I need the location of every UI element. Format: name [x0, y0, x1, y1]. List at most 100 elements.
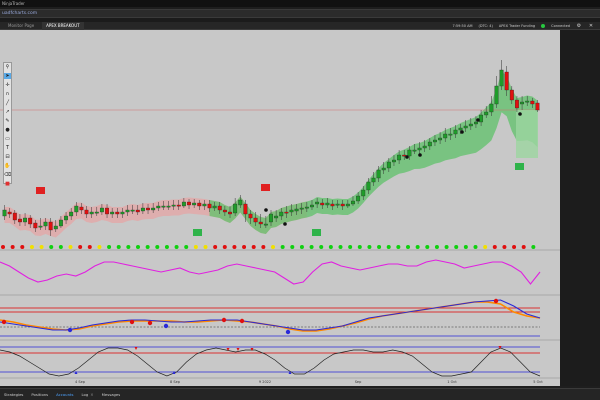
cursor-icon[interactable]: ➤ — [4, 73, 11, 79]
candle-body — [207, 203, 212, 209]
pivot-dot — [476, 118, 480, 122]
signal-label-icon — [515, 163, 524, 170]
candle-body — [422, 145, 427, 149]
candle-body — [166, 205, 171, 208]
tab-positions[interactable]: Positions — [31, 392, 48, 397]
signal-dot — [232, 245, 237, 249]
candle-body — [402, 154, 407, 157]
candle-body — [417, 147, 422, 151]
rectangle-icon[interactable]: ▭ — [4, 136, 11, 142]
ruler-icon[interactable]: ⊟ — [4, 154, 11, 160]
candle-body — [187, 201, 191, 206]
candle-body — [243, 203, 248, 215]
close-icon[interactable]: ✕ — [588, 23, 594, 29]
indicator-label[interactable]: APEX Trader Funding — [499, 24, 535, 28]
tab-accounts[interactable]: Accounts — [56, 392, 73, 397]
signal-dot — [261, 245, 266, 249]
color-icon[interactable]: ■ — [4, 181, 11, 187]
candle-body — [458, 127, 463, 131]
signal-dot — [10, 245, 15, 249]
signal-dot — [309, 245, 314, 249]
macd-cross-dot — [147, 320, 153, 326]
signal-dot — [184, 245, 189, 249]
candle-body — [253, 217, 258, 223]
candle-body — [484, 111, 489, 116]
candle-body — [17, 218, 22, 223]
candle-body — [28, 217, 33, 225]
oscillator-line — [0, 259, 541, 285]
candle-body — [89, 211, 94, 215]
candle-body — [53, 225, 58, 230]
text-icon[interactable]: T — [4, 145, 11, 151]
buy-arrow-icon — [288, 371, 292, 374]
time-axis-label: 5 Oct — [533, 380, 543, 384]
candle-body — [171, 204, 176, 207]
signal-dot — [521, 245, 526, 249]
tab-apex-breakout[interactable]: APEX BREAKOUT — [42, 21, 84, 30]
macd-cross-dot — [67, 327, 73, 333]
signal-label-icon — [312, 229, 321, 236]
tab-close-icon[interactable]: × — [90, 392, 93, 397]
tab-log[interactable]: Log — [81, 392, 88, 397]
signal-dots-layer — [1, 245, 536, 249]
candle-body — [489, 103, 494, 113]
pin-icon[interactable]: ⚲ — [4, 64, 11, 70]
candle-body — [38, 225, 43, 228]
signal-dot — [463, 245, 468, 249]
signal-dot — [425, 245, 430, 249]
sell-arrow-icon — [134, 347, 138, 350]
candle-body — [443, 133, 448, 139]
signal-dot — [434, 245, 439, 249]
signal-label-icon — [36, 187, 45, 194]
candle-body — [351, 200, 355, 205]
line-icon[interactable]: ╱ — [4, 100, 11, 106]
candle-body — [525, 100, 530, 103]
candle-body — [427, 141, 432, 147]
bands-layer — [0, 72, 540, 238]
candle-body — [274, 215, 279, 219]
settings-icon[interactable]: ⚙ — [576, 23, 582, 29]
chart-panel[interactable]: 4 Sep 8 Sep 9 2022 Sep 1 Oct 5 Oct — [0, 30, 560, 386]
candle-body — [499, 69, 504, 87]
candle-body — [263, 223, 268, 226]
candle-body — [320, 202, 325, 206]
dot-icon[interactable]: ● — [4, 127, 11, 133]
signal-dot — [396, 245, 401, 249]
candle-body — [140, 207, 145, 212]
address-bar[interactable]: uadfcharts.com — [0, 9, 600, 18]
signal-dot — [29, 245, 34, 249]
crosshair-icon[interactable]: ✛ — [4, 82, 11, 88]
candle-body — [84, 209, 89, 215]
candle-body — [146, 207, 150, 211]
candle-body — [192, 202, 197, 206]
hand-icon[interactable]: ✋ — [4, 163, 11, 169]
tab-messages[interactable]: Messages — [102, 392, 121, 397]
candle-body — [197, 202, 202, 207]
signal-dot — [271, 245, 275, 249]
candle-body — [212, 205, 217, 209]
price-chart[interactable]: 4 Sep 8 Sep 9 2022 Sep 1 Oct 5 Oct — [0, 30, 560, 386]
candle-body — [468, 123, 473, 127]
signal-dot — [116, 245, 121, 249]
candle-body — [366, 181, 371, 191]
tab-monitor-page[interactable]: Monitor Page — [4, 22, 38, 30]
candle-body — [284, 211, 289, 214]
candle-body — [69, 211, 74, 217]
candle-body — [12, 212, 17, 221]
ray-icon[interactable]: ↗ — [4, 109, 11, 115]
magnet-icon[interactable]: ∩ — [4, 91, 11, 97]
signal-dot — [68, 245, 73, 249]
pencil-icon[interactable]: ✎ — [4, 118, 11, 124]
signal-dot — [155, 245, 160, 249]
candle-body — [407, 149, 412, 157]
candle-body — [23, 217, 28, 223]
window-title: NinjaTrader — [2, 1, 25, 6]
clock-text: 7:59:50 AM — [452, 23, 473, 28]
trash-icon[interactable]: ⌫ — [4, 172, 11, 178]
signal-dot — [444, 245, 449, 249]
candle-body — [64, 215, 68, 221]
macd-cross-dot — [493, 298, 499, 304]
candle-body — [315, 201, 320, 205]
candle-body — [304, 206, 309, 209]
tab-strategies[interactable]: Strategies — [4, 392, 23, 397]
